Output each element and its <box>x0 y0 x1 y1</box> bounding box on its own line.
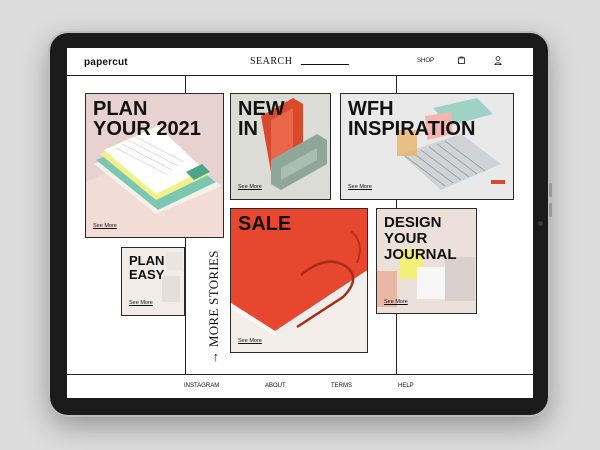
more-stories-label: → MORE STORIES <box>206 250 221 364</box>
card-title: PLAN EASY <box>129 253 165 282</box>
card-title: NEW IN <box>238 98 285 140</box>
header-divider <box>67 75 533 76</box>
shop-link[interactable]: SHOP <box>417 58 434 64</box>
footer-divider <box>67 374 533 375</box>
card-title: WFH INSPIRATION <box>348 98 476 140</box>
see-more-link[interactable]: See More <box>348 184 372 190</box>
arrow-right-icon: → <box>206 350 221 364</box>
footer-link-about[interactable]: ABOUT <box>265 383 286 389</box>
card-plan-your-2021[interactable]: PLAN YOUR 2021 See More <box>85 93 224 238</box>
volume-button <box>549 203 552 217</box>
search-input-underline[interactable] <box>301 64 349 65</box>
logo-text: papercut <box>84 57 128 68</box>
search-label[interactable]: SEARCH <box>250 56 292 67</box>
card-sale[interactable]: SALE See More <box>230 208 368 353</box>
card-title: SALE <box>238 213 292 235</box>
card-title: DESIGN YOUR JOURNAL <box>384 214 457 263</box>
screen: papercut SEARCH SHOP PLAN YOUR 2021 See … <box>67 48 533 398</box>
footer-link-terms[interactable]: TERMS <box>331 383 352 389</box>
more-stories-link[interactable]: → MORE STORIES <box>196 248 221 364</box>
card-title: PLAN YOUR 2021 <box>93 98 201 140</box>
see-more-link[interactable]: See More <box>238 338 262 344</box>
card-plan-easy[interactable]: PLAN EASY See More <box>121 247 185 316</box>
see-more-link[interactable]: See More <box>384 299 408 305</box>
logo[interactable]: papercut <box>84 57 128 68</box>
see-more-link[interactable]: See More <box>93 223 117 229</box>
see-more-link[interactable]: See More <box>129 300 153 306</box>
card-design-your-journal[interactable]: DESIGN YOUR JOURNAL See More <box>376 208 477 314</box>
bag-icon[interactable] <box>458 56 465 64</box>
card-wfh-inspiration[interactable]: WFH INSPIRATION See More <box>340 93 514 200</box>
footer-link-instagram[interactable]: INSTAGRAM <box>184 383 219 389</box>
card-new-in[interactable]: NEW IN See More <box>230 93 331 200</box>
see-more-link[interactable]: See More <box>238 184 262 190</box>
footer-link-help[interactable]: HELP <box>398 383 414 389</box>
user-icon[interactable] <box>494 56 502 65</box>
camera-dot <box>538 221 543 226</box>
volume-button <box>549 183 552 197</box>
